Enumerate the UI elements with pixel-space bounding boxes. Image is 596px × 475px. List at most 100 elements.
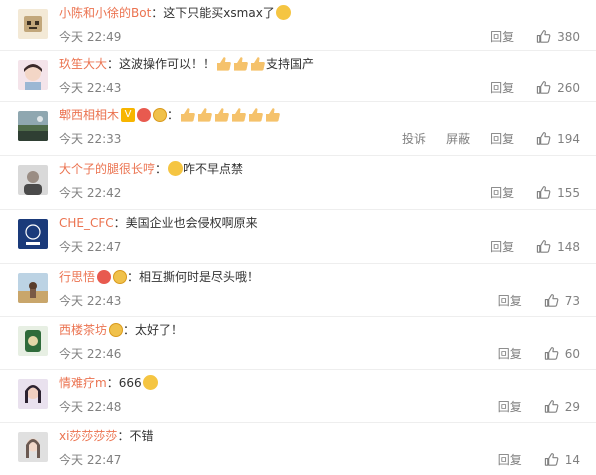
username-link[interactable]: 郫西相相木 [59,108,119,122]
username-link[interactable]: 大个子的腿很长哼 [59,162,155,176]
comment-item: 大个子的腿很长哼： 咋不早点禁 今天 22:42 回复 155 [0,156,596,210]
comment-time: 今天 22:33 [59,132,122,146]
username-link[interactable]: 西楼茶坊 [59,323,107,337]
comment-time: 今天 22:43 [59,294,122,308]
username-link[interactable]: 玖笙大大 [59,57,107,71]
reply-button[interactable]: 回复 [490,184,514,201]
emoji-face-icon [142,375,158,390]
comment-actions: 回复 260 [470,79,580,96]
comment-actions: 回复 73 [478,292,580,309]
thumbs-up-outline-icon [544,294,559,307]
comment-item: 小陈和小徐的Bot：这下只能买xsmax了 今天 22:49 回复 380 [0,0,596,51]
like-button[interactable]: 73 [544,293,580,308]
comment-item: xi莎莎莎莎：不错 今天 22:47 回复 14 [0,423,596,475]
like-count: 73 [564,293,580,308]
avatar[interactable] [18,111,48,141]
emoji-face-icon [168,161,184,176]
thumbs-up-emoji-icon [232,107,246,122]
comment-actions: 回复 155 [470,184,580,201]
comment-text: 咋不早点禁 [183,162,244,176]
like-count: 260 [557,80,580,95]
comment-time: 今天 22:49 [59,30,122,44]
comment-actions: 回复 380 [470,28,580,45]
gold-badge-icon [153,107,168,122]
comment-actions: 回复 148 [470,238,580,255]
avatar[interactable] [18,165,48,195]
emoji-face-icon [275,5,291,20]
username-link[interactable]: 情难疗m [59,376,107,390]
comment-text-line: 情难疗m：666 [59,374,158,392]
avatar[interactable] [18,379,48,409]
username-link[interactable]: 行思悟 [59,270,95,284]
comment-text-line: xi莎莎莎莎：不错 [59,429,154,443]
username-link[interactable]: xi莎莎莎莎 [59,429,117,443]
thumbs-up-outline-icon [536,186,551,199]
thumbs-up-emoji-icon [234,56,248,71]
thumbs-up-emoji-icon [251,56,265,71]
comment-actions: 回复 14 [478,451,580,468]
comment-text-line: 小陈和小徐的Bot：这下只能买xsmax了 [59,4,291,22]
avatar[interactable] [18,432,48,462]
verified-v-icon: V [121,107,136,122]
comment-text-line: 行思悟 ：相互撕何时是尽头哦！ [59,269,260,284]
reply-button[interactable]: 回复 [490,28,514,45]
reply-button[interactable]: 回复 [490,238,514,255]
comment-text: 不错 [129,429,154,443]
comment-time: 今天 22:47 [59,453,122,467]
like-count: 380 [557,29,580,44]
thumbs-up-emoji-icon [181,107,195,122]
like-count: 14 [564,452,580,467]
thumbs-up-outline-icon [544,453,559,466]
like-button[interactable]: 155 [536,185,580,200]
thumbs-up-emoji-icon [266,107,280,122]
reply-button[interactable]: 回复 [498,398,522,415]
comment-actions: 回复 29 [478,398,580,415]
like-button[interactable]: 60 [544,346,580,361]
comment-time: 今天 22:43 [59,81,122,95]
comment-item: CHE_CFC：美国企业也会侵权啊原来 今天 22:47 回复 148 [0,210,596,264]
username-link[interactable]: 小陈和小徐的Bot [59,6,151,20]
reply-button[interactable]: 回复 [490,79,514,96]
like-count: 194 [557,131,580,146]
reply-button[interactable]: 回复 [490,130,514,147]
reply-button[interactable]: 回复 [498,451,522,468]
reply-button[interactable]: 回复 [498,345,522,362]
avatar[interactable] [18,60,48,90]
comment-actions: 投诉 屏蔽 回复 194 [382,130,580,147]
avatar[interactable] [18,9,48,39]
comment-text-line: 西楼茶坊 ：太好了！ [59,322,184,337]
like-button[interactable]: 148 [536,239,580,254]
like-button[interactable]: 14 [544,452,580,467]
thumbs-up-outline-icon [536,81,551,94]
comment-item: 郫西相相木 V： 今天 22:33 投诉 屏蔽 回复 194 [0,102,596,156]
comment-text-line: 郫西相相木 V： [59,106,281,124]
comment-text: 相互撕何时是尽头哦！ [139,270,260,284]
like-button[interactable]: 260 [536,80,580,95]
vip-badge-icon [97,269,112,284]
like-button[interactable]: 194 [536,131,580,146]
comment-text: 这下只能买xsmax了 [163,6,275,20]
avatar[interactable] [18,273,48,303]
avatar[interactable] [18,219,48,249]
like-count: 155 [557,185,580,200]
thumbs-up-emoji-icon [215,107,229,122]
thumbs-up-outline-icon [544,347,559,360]
comment-item: 西楼茶坊 ：太好了！ 今天 22:46 回复 60 [0,317,596,370]
username-link[interactable]: CHE_CFC [59,216,114,230]
thumbs-up-outline-icon [536,30,551,43]
thumbs-up-emoji-icon [217,56,231,71]
comment-text-line: 玖笙大大：这波操作可以！！ 支持国产 [59,56,315,71]
comment-time: 今天 22:47 [59,240,122,254]
report-button[interactable]: 投诉 [402,130,426,147]
block-button[interactable]: 屏蔽 [446,130,470,147]
comment-item: 玖笙大大：这波操作可以！！ 支持国产 今天 22:43 回复 260 [0,51,596,102]
thumbs-up-emoji-icon [249,107,263,122]
like-button[interactable]: 29 [544,399,580,414]
reply-button[interactable]: 回复 [498,292,522,309]
like-count: 29 [564,399,580,414]
like-button[interactable]: 380 [536,29,580,44]
comment-item: 行思悟 ：相互撕何时是尽头哦！ 今天 22:43 回复 73 [0,264,596,317]
thumbs-up-outline-icon [536,240,551,253]
avatar[interactable] [18,326,48,356]
thumbs-up-outline-icon [544,400,559,413]
